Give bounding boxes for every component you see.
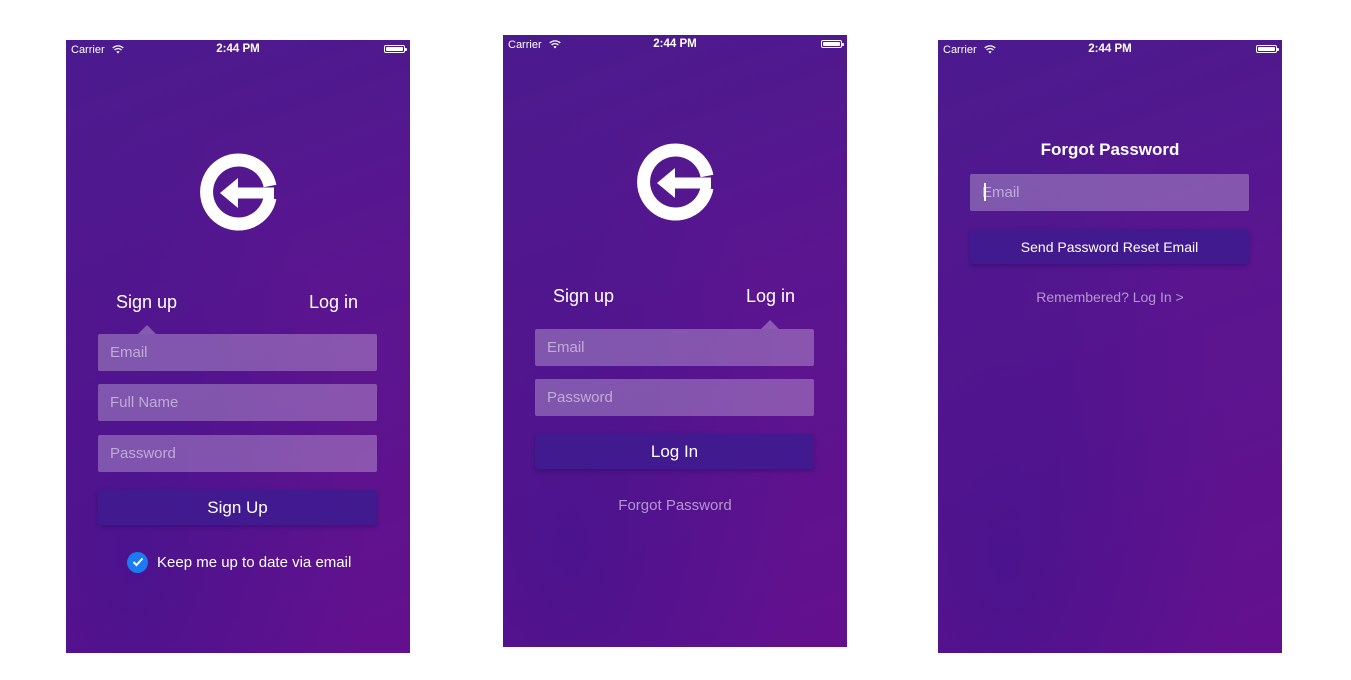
checkmark-icon — [132, 557, 143, 567]
log-in-button[interactable]: Log In — [535, 434, 814, 469]
password-field[interactable] — [98, 435, 377, 472]
status-time: 2:44 PM — [653, 38, 697, 50]
status-time: 2:44 PM — [216, 43, 260, 55]
status-bar: Carrier 2:44 PM — [938, 40, 1282, 60]
tab-signup[interactable]: Sign up — [553, 286, 614, 307]
signup-screen: Carrier 2:44 PM Sign up Log in Sign Up K… — [66, 40, 410, 653]
battery-icon — [1256, 45, 1279, 53]
email-field[interactable] — [535, 329, 814, 366]
password-field[interactable] — [535, 379, 814, 416]
tab-login[interactable]: Log in — [746, 286, 795, 307]
email-field[interactable] — [98, 334, 377, 371]
sign-up-button[interactable]: Sign Up — [98, 490, 377, 525]
send-reset-email-button[interactable]: Send Password Reset Email — [970, 229, 1249, 264]
full-name-input[interactable] — [98, 384, 377, 421]
active-tab-indicator — [761, 320, 779, 329]
active-tab-indicator — [138, 325, 156, 334]
remembered-login-link[interactable]: Remembered? Log In > — [938, 289, 1282, 305]
newsletter-checkbox-row[interactable]: Keep me up to date via email — [127, 551, 351, 573]
email-input[interactable] — [970, 174, 1249, 211]
forgot-password-screen: Carrier 2:44 PM Forgot Password Send Pas… — [938, 40, 1282, 653]
email-field[interactable] — [970, 174, 1249, 211]
app-logo-icon — [637, 143, 714, 221]
battery-icon — [821, 40, 844, 48]
status-bar: Carrier 2:44 PM — [503, 35, 847, 55]
newsletter-label: Keep me up to date via email — [157, 553, 352, 571]
page-title: Forgot Password — [1040, 140, 1180, 159]
status-bar: Carrier 2:44 PM — [66, 40, 410, 60]
text-cursor — [984, 183, 986, 201]
battery-icon — [384, 45, 407, 53]
login-screen: Carrier 2:44 PM Sign up Log in Log In Fo… — [503, 35, 847, 647]
password-input[interactable] — [98, 435, 377, 472]
tab-login[interactable]: Log in — [309, 292, 358, 313]
app-logo-icon — [200, 153, 277, 231]
full-name-field[interactable] — [98, 384, 377, 421]
newsletter-checkbox[interactable] — [127, 551, 148, 573]
forgot-password-link[interactable]: Forgot Password — [503, 497, 847, 514]
email-input[interactable] — [98, 334, 377, 371]
password-input[interactable] — [535, 379, 814, 416]
email-input[interactable] — [535, 329, 814, 366]
tab-signup[interactable]: Sign up — [116, 292, 177, 313]
status-time: 2:44 PM — [1088, 43, 1132, 55]
